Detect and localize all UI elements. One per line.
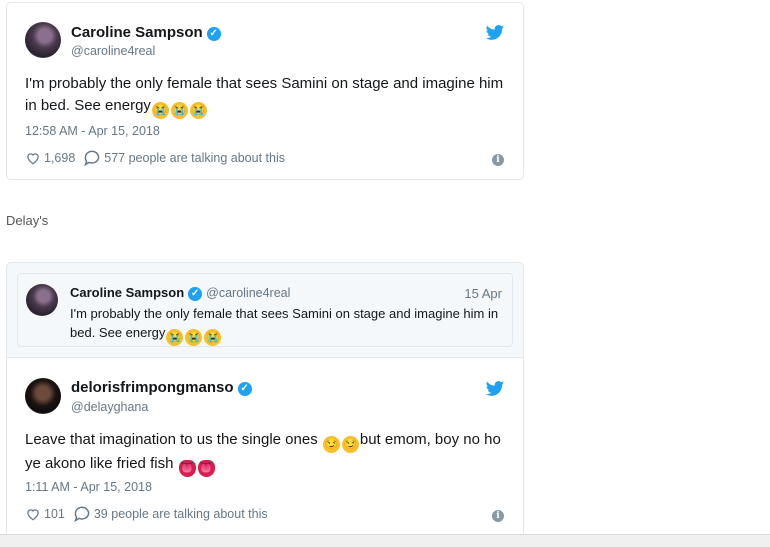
engagement-row: 101 39 people are talking about this [25, 506, 268, 522]
comment-icon[interactable] [83, 150, 101, 166]
quoted-avatar[interactable] [26, 284, 58, 316]
author-name[interactable]: Caroline Sampson ✓ [71, 24, 221, 41]
tweet-card-caroline: Caroline Sampson ✓ @caroline4real I'm pro… [6, 2, 524, 180]
verified-icon: ✓ [237, 382, 252, 396]
tweet-timestamp[interactable]: 12:58 AM - Apr 15, 2018 [25, 124, 160, 138]
tweet-text: I'm probably the only female that sees S… [25, 73, 515, 119]
twitter-bird-icon[interactable] [485, 379, 505, 399]
quoted-date[interactable]: 15 Apr [464, 286, 502, 301]
separator-caption: Delay's [6, 213, 49, 228]
verified-icon: ✓ [188, 287, 203, 301]
engagement-row: 1,698 577 people are talking about this [25, 150, 285, 166]
comment-icon[interactable] [73, 506, 91, 522]
like-count[interactable]: 1,698 [44, 151, 75, 165]
tweet-text: Leave that imagination to us the single … [25, 429, 515, 477]
like-count[interactable]: 101 [44, 507, 65, 521]
tweet-card-delay: Caroline Sampson ✓ @caroline4real 15 Apr I… [6, 262, 524, 546]
tweet-timestamp[interactable]: 1:11 AM - Apr 15, 2018 [25, 480, 152, 494]
author-name[interactable]: delorisfrimpongmanso ✓ [71, 379, 252, 396]
crying-emoji: 😭 [189, 102, 207, 119]
crying-emoji: 😭 [204, 329, 222, 346]
talking-count[interactable]: 577 people are talking about this [104, 151, 285, 165]
smirk-emoji: 😏 [322, 436, 340, 453]
tongue-emoji: 👅 [178, 460, 196, 477]
quoted-tweet-area: Caroline Sampson ✓ @caroline4real 15 Apr I… [7, 263, 523, 358]
quoted-author[interactable]: Caroline Sampson ✓ @caroline4real [70, 285, 290, 301]
author-handle[interactable]: @delayghana [71, 400, 148, 414]
twitter-bird-icon[interactable] [485, 23, 505, 43]
avatar[interactable] [25, 378, 61, 414]
info-icon[interactable]: i [492, 510, 504, 522]
quoted-text: I'm probably the only female that sees S… [70, 304, 510, 346]
bottom-toolbar-strip [0, 534, 770, 547]
crying-emoji: 😭 [170, 102, 188, 119]
heart-icon[interactable] [25, 507, 41, 521]
author-handle[interactable]: @caroline4real [71, 44, 155, 58]
crying-emoji: 😭 [151, 102, 169, 119]
quoted-tweet[interactable]: Caroline Sampson ✓ @caroline4real 15 Apr I… [17, 273, 513, 347]
info-icon[interactable]: i [492, 154, 504, 166]
verified-icon: ✓ [206, 27, 221, 41]
crying-emoji: 😭 [166, 329, 184, 346]
talking-count[interactable]: 39 people are talking about this [94, 507, 268, 521]
avatar[interactable] [25, 22, 61, 58]
tongue-emoji: 👅 [197, 460, 215, 477]
heart-icon[interactable] [25, 151, 41, 165]
smirk-emoji: 😏 [341, 436, 359, 453]
crying-emoji: 😭 [185, 329, 203, 346]
